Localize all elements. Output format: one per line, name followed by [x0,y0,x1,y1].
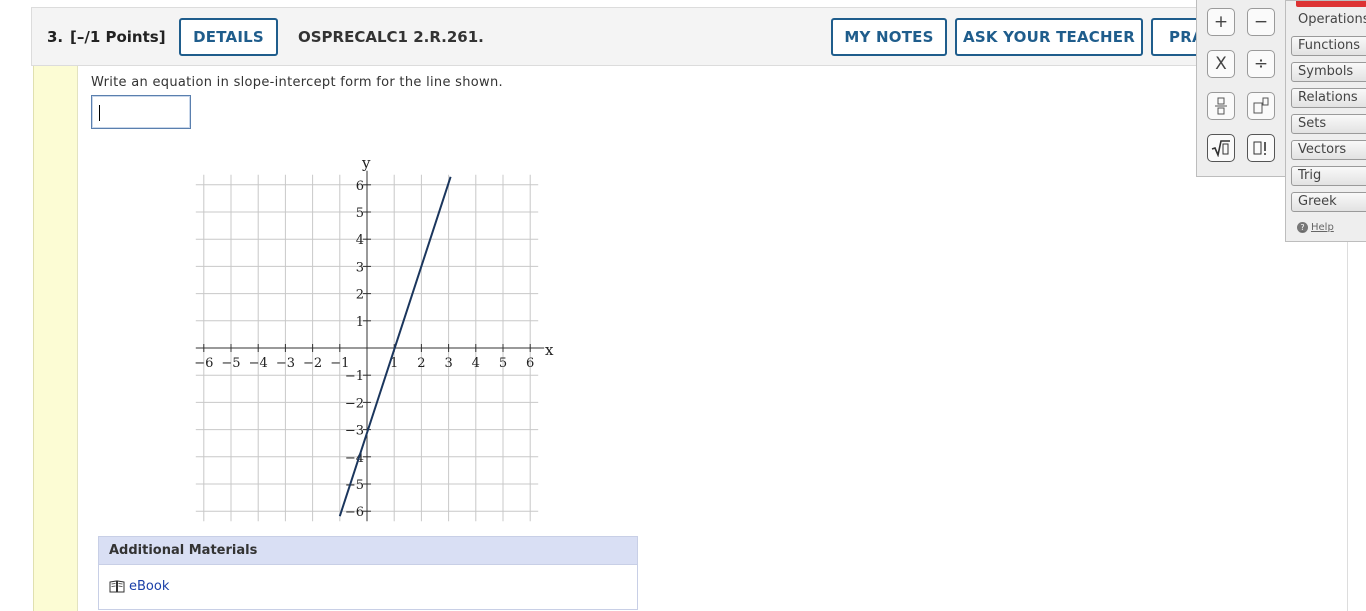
tab-sets[interactable]: Sets [1291,114,1366,134]
y-tick-label: 3 [356,260,364,275]
tab-trig[interactable]: Trig [1291,166,1366,186]
question-prompt: Write an equation in slope-intercept for… [91,75,503,90]
line-graph: −6 −5 −4 −3 −2 −1 1 2 3 4 5 6654321−1−2−3−4−5−6 x y [194,154,554,522]
x-tick-label: −5 [221,356,240,371]
minus-icon[interactable]: − [1247,8,1275,36]
x-tick-label: −6 [194,356,213,371]
additional-materials-heading: Additional Materials [99,537,637,565]
exponent-icon[interactable] [1247,92,1275,120]
book-icon [109,580,125,593]
y-tick-label: 6 [356,179,364,194]
question-points: [–/1 Points] [70,28,166,46]
x-tick-label: 3 [444,356,452,371]
tab-operations[interactable]: Operations [1298,12,1366,27]
graph-axes [195,170,545,522]
ebook-label: eBook [129,579,170,594]
help-link[interactable]: ? Help [1297,222,1334,233]
sqrt-icon[interactable] [1207,134,1235,162]
question-id: OSPRECALC1 2.R.261. [298,28,484,46]
y-axis-label: y [361,154,371,172]
tab-vectors[interactable]: Vectors [1291,140,1366,160]
x-tick-label: 6 [526,356,534,371]
multiply-icon[interactable]: X [1207,50,1235,78]
x-axis-label: x [545,341,554,359]
fraction-icon[interactable] [1207,92,1235,120]
tab-symbols[interactable]: Symbols [1291,62,1366,82]
x-tick-label: −4 [249,356,268,371]
tab-greek[interactable]: Greek [1291,192,1366,212]
palette-tabs: Operations Functions Symbols Relations S… [1285,0,1366,242]
ebook-link[interactable]: eBook [109,579,169,594]
x-tick-label: −2 [303,356,322,371]
answer-input[interactable] [91,95,191,129]
y-tick-label: −1 [345,369,364,384]
tab-relations[interactable]: Relations [1291,88,1366,108]
additional-materials-panel: Additional Materials eBook [98,536,638,610]
question-gutter [33,66,78,611]
y-tick-label: −2 [345,396,364,411]
help-icon: ? [1297,222,1308,233]
my-notes-button[interactable]: MY NOTES [831,18,947,56]
tab-functions[interactable]: Functions [1291,36,1366,56]
text-caret [99,105,100,121]
palette-accent-bar [1296,1,1366,7]
y-tick-label: 4 [356,233,364,248]
y-tick-label: 5 [356,206,364,221]
divide-icon[interactable]: ÷ [1247,50,1275,78]
question-header: 3. [–/1 Points] DETAILS OSPRECALC1 2.R.2… [31,7,1366,66]
x-tick-label: 5 [499,356,507,371]
graph-tick-labels: −6 −5 −4 −3 −2 −1 1 2 3 4 5 6654321−1−2−3−4−5−6 [194,179,534,520]
x-tick-label: −3 [276,356,295,371]
factorial-icon[interactable] [1247,134,1275,162]
x-tick-label: 2 [417,356,425,371]
ask-your-teacher-button[interactable]: ASK YOUR TEACHER [955,18,1143,56]
details-button[interactable]: DETAILS [179,18,278,56]
plus-icon[interactable]: + [1207,8,1235,36]
plotted-line [338,176,452,517]
x-tick-label: 4 [472,356,480,371]
y-tick-label: −6 [345,505,364,520]
y-tick-label: −3 [345,424,364,439]
help-label: Help [1311,222,1334,233]
math-palette: + − X ÷ [1196,0,1286,177]
y-tick-label: 2 [356,288,364,303]
question-number: 3. [47,28,64,46]
y-tick-label: 1 [356,315,364,330]
